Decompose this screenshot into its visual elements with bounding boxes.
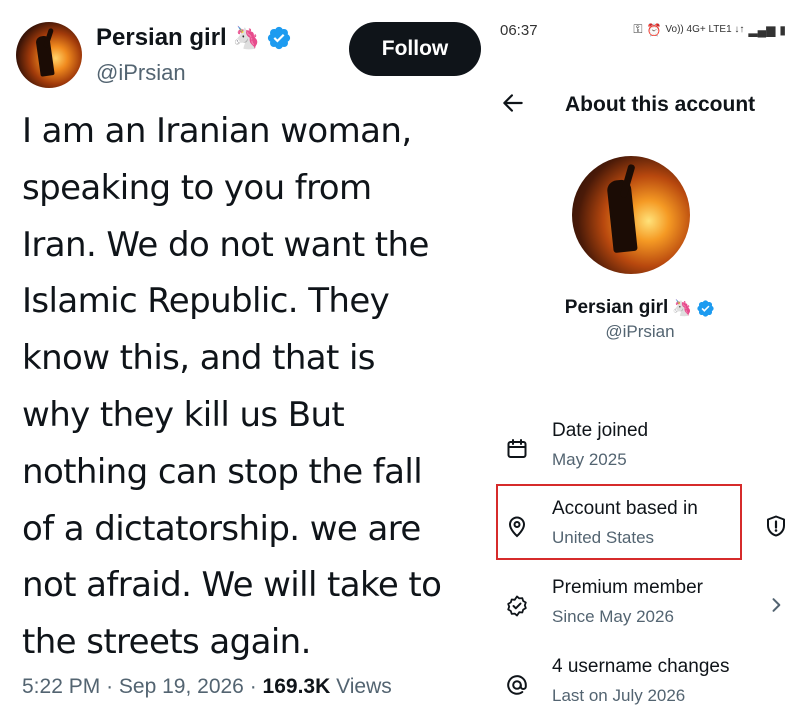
info-value: Last on July 2026: [552, 686, 686, 705]
tweet-meta: 5:22 PM · Sep 19, 2026 · 169.3K Views: [22, 675, 392, 699]
tweet-text-line: Islamic Republic. They: [22, 281, 390, 322]
info-label: Premium member: [552, 577, 703, 598]
tweet-text: I am an Iranian woman, speaking to you f…: [22, 103, 492, 671]
status-bar-icons: ⚿ ⏰ Vo)) 4G+ LTE1 ↓↑ ▂▄▆ ▮: [633, 22, 786, 37]
info-label: 4 username changes: [552, 656, 730, 677]
profile-handle: @iPrsian: [605, 322, 675, 341]
tweet-text-line: why they kill us But: [22, 394, 345, 435]
views-count: 169.3K: [262, 675, 331, 698]
tweet-text-line: not afraid. We will take to: [22, 565, 442, 606]
info-row-username-changes: 4 username changes Last on July 2026: [490, 656, 800, 716]
shield-icon[interactable]: [762, 512, 790, 540]
tweet: Persian girl 🦄 @iPrsian Follow I am an I…: [0, 0, 490, 721]
network-indicator: Vo)) 4G+ LTE1 ↓↑: [665, 24, 745, 35]
page-title: About this account: [565, 93, 756, 116]
tweet-text-line: know this, and that is: [22, 338, 376, 379]
author-avatar[interactable]: [16, 22, 82, 88]
tweet-time[interactable]: 5:22 PM: [22, 675, 100, 698]
tweet-text-line: the streets again.: [22, 622, 311, 663]
profile-name: Persian girl: [564, 297, 669, 318]
info-value: Since May 2026: [552, 607, 674, 626]
battery-icon: ▮: [779, 22, 786, 37]
verified-badge-outline-icon: [504, 593, 530, 619]
alarm-icon: ⏰: [646, 22, 662, 37]
unicorn-emoji-icon: 🦄: [672, 300, 693, 317]
meta-separator: ·: [106, 675, 114, 698]
info-row-premium-member[interactable]: Premium member Since May 2026: [490, 577, 800, 637]
info-row-date-joined: Date joined May 2025: [490, 420, 800, 480]
tweet-text-line: of a dictatorship. we are: [22, 508, 421, 549]
verified-badge-icon: [268, 26, 291, 50]
at-sign-icon: [504, 672, 530, 698]
highlight-box: [496, 484, 742, 560]
author-name-row: Persian girl 🦄: [96, 24, 292, 52]
info-value: May 2025: [552, 450, 627, 469]
views-label: Views: [336, 675, 392, 698]
meta-separator: ·: [249, 675, 257, 698]
key-icon: ⚿: [633, 22, 643, 36]
about-account-screen: 06:37 ⚿ ⏰ Vo)) 4G+ LTE1 ↓↑ ▂▄▆ ▮ About t…: [490, 0, 800, 721]
status-bar-time: 06:37: [500, 22, 538, 39]
tweet-text-line: I am an Iranian woman,: [22, 111, 412, 151]
profile-avatar[interactable]: [572, 156, 690, 274]
info-label: Date joined: [552, 420, 649, 441]
signal-icon: ▂▄▆: [748, 22, 776, 37]
tweet-text-line: nothing can stop the fall: [22, 451, 423, 492]
unicorn-emoji-icon: 🦄: [232, 25, 261, 50]
calendar-icon: [504, 436, 530, 462]
verified-badge-icon: [697, 299, 714, 317]
tweet-text-line: Iran. We do not want the: [22, 224, 429, 265]
tweet-text-line: speaking to you from: [22, 167, 372, 208]
tweet-date[interactable]: Sep 19, 2026: [119, 675, 244, 698]
chevron-right-icon[interactable]: [762, 591, 790, 619]
follow-button[interactable]: Follow: [349, 22, 481, 76]
author-name[interactable]: Persian girl: [96, 24, 227, 52]
profile-name-row: Persian girl 🦄: [490, 297, 790, 319]
author-handle[interactable]: @iPrsian: [96, 60, 186, 86]
back-arrow-icon[interactable]: [500, 90, 526, 121]
